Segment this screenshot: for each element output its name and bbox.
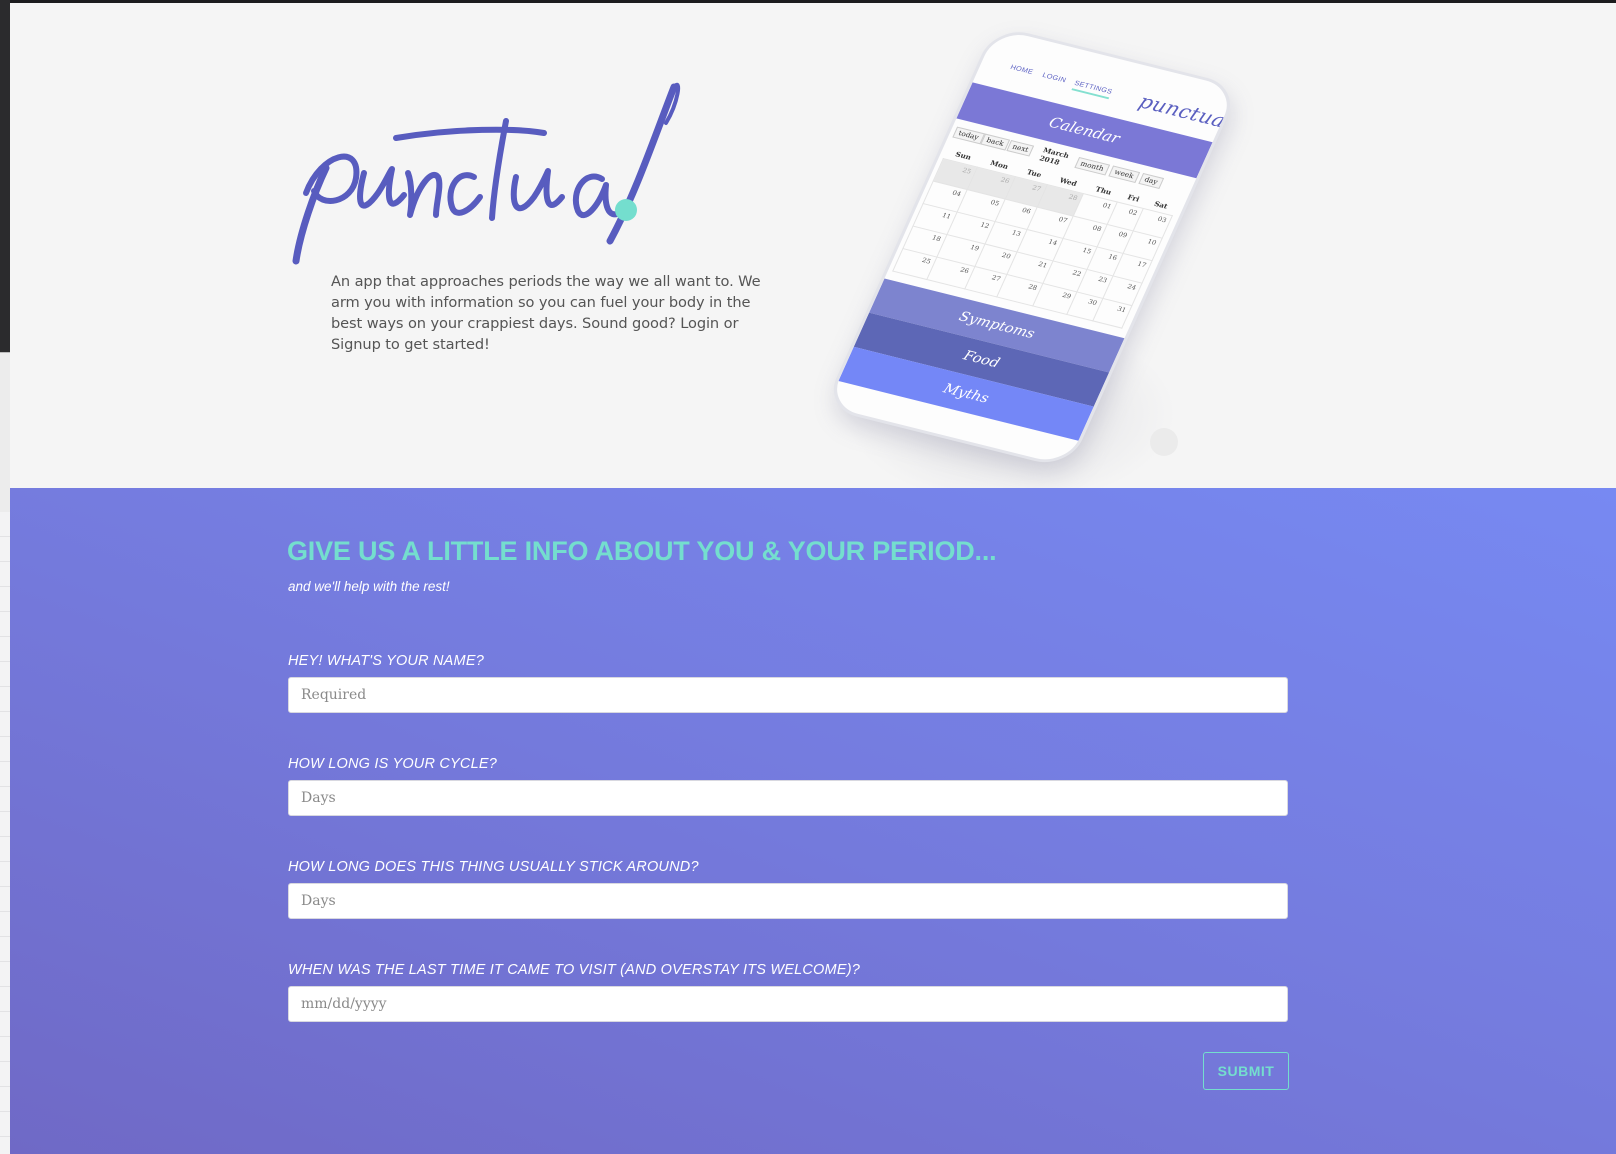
form-heading: GIVE US A LITTLE INFO ABOUT YOU & YOUR P… xyxy=(287,536,997,566)
phone-nav-login: LOGIN xyxy=(1041,72,1068,85)
name-input[interactable] xyxy=(288,677,1288,713)
period-duration-input[interactable] xyxy=(288,883,1288,919)
phone-next-button: next xyxy=(1006,140,1035,157)
phone-today-button: today xyxy=(952,126,985,145)
phone-week-button: week xyxy=(1108,165,1140,183)
desktop-panel-edge xyxy=(0,352,10,513)
hero-section: An app that approaches periods the way w… xyxy=(10,3,1616,503)
punctual-logo xyxy=(292,82,681,265)
phone-back-button: back xyxy=(980,133,1010,151)
webpage: An app that approaches periods the way w… xyxy=(10,3,1616,1154)
info-form-section: GIVE US A LITTLE INFO ABOUT YOU & YOUR P… xyxy=(10,488,1616,1154)
logo-dot xyxy=(615,199,637,221)
period-duration-label: HOW LONG DOES THIS THING USUALLY STICK A… xyxy=(288,859,699,875)
cycle-length-input[interactable] xyxy=(288,780,1288,816)
desktop-list-rows xyxy=(0,512,10,1154)
phone-day-button: day xyxy=(1138,172,1164,189)
submit-button[interactable]: SUBMIT xyxy=(1203,1052,1289,1090)
phone-nav-settings: SETTINGS xyxy=(1071,80,1114,100)
desktop-window-edge xyxy=(0,0,10,352)
cycle-length-label: HOW LONG IS YOUR CYCLE? xyxy=(288,756,497,772)
form-subheading: and we'll help with the rest! xyxy=(288,579,450,594)
intro-text: An app that approaches periods the way w… xyxy=(331,273,761,353)
name-label: HEY! WHAT'S YOUR NAME? xyxy=(288,653,484,669)
last-period-label: WHEN WAS THE LAST TIME IT CAME TO VISIT … xyxy=(288,962,860,978)
phone-home-button xyxy=(1150,428,1178,456)
phone-mockup: HOME LOGIN SETTINGS punctual Calendar to… xyxy=(822,25,1241,470)
last-period-date-input[interactable] xyxy=(288,986,1288,1022)
phone-nav-home: HOME xyxy=(1009,64,1035,77)
desktop-background-strip xyxy=(0,0,10,1154)
phone-month-button: month xyxy=(1074,156,1110,176)
